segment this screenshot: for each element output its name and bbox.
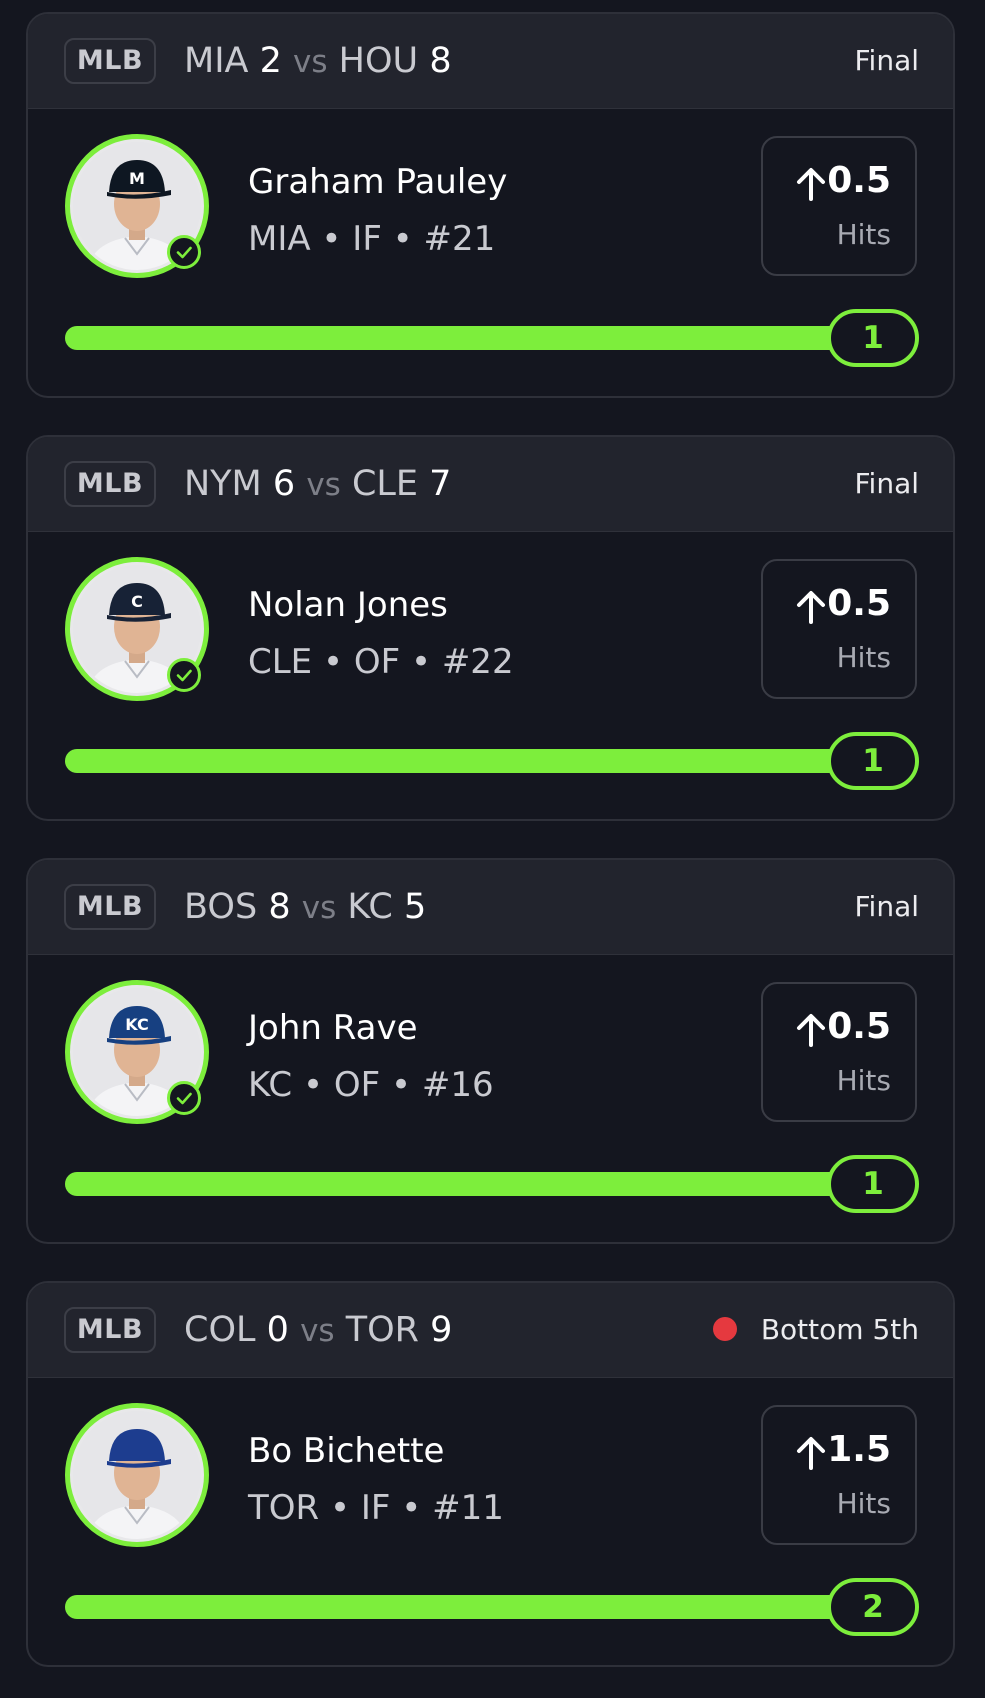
cap-logo: M <box>129 169 145 188</box>
arrow-up-icon <box>797 1014 825 1047</box>
prop-card[interactable]: MLB MIA 2 vs HOU 8 Final M Graham Pauley… <box>26 12 955 398</box>
prop-stat-label: Hits <box>836 641 891 674</box>
away-score: 8 <box>268 887 291 927</box>
prop-card[interactable]: MLB NYM 6 vs CLE 7 Final C Nolan Jones C… <box>26 435 955 821</box>
away-team: BOS <box>184 887 258 927</box>
league-badge: MLB <box>64 884 156 930</box>
prop-line-box[interactable]: 0.5 Hits <box>761 982 917 1122</box>
prop-line-box[interactable]: 0.5 Hits <box>761 136 917 276</box>
prop-stat-label: Hits <box>836 1487 891 1520</box>
player-avatar[interactable]: KC <box>65 980 209 1124</box>
home-team: HOU <box>338 41 419 81</box>
game-status-text: Final <box>854 890 919 923</box>
prop-card[interactable]: MLB COL 0 vs TOR 9 Bottom 5th Bo Bichett… <box>26 1281 955 1667</box>
player-avatar[interactable] <box>65 1403 209 1547</box>
progress-fill <box>65 326 845 350</box>
home-team: KC <box>347 887 393 927</box>
game-matchup: NYM 6 vs CLE 7 <box>184 459 451 509</box>
game-status: Final <box>854 882 919 932</box>
prop-stat-label: Hits <box>836 218 891 251</box>
prop-line-value: 0.5 <box>827 583 891 624</box>
game-matchup: COL 0 vs TOR 9 <box>184 1305 452 1355</box>
away-score: 2 <box>259 41 282 81</box>
prop-line-value: 1.5 <box>827 1429 891 1470</box>
league-badge: MLB <box>64 461 156 507</box>
progress-count: 1 <box>827 309 919 367</box>
game-header: MLB NYM 6 vs CLE 7 Final <box>28 437 953 532</box>
prop-line-value: 0.5 <box>827 160 891 201</box>
away-score: 0 <box>266 1310 289 1350</box>
vs-label: vs <box>306 467 341 503</box>
game-status-text: Bottom 5th <box>760 1313 919 1346</box>
player-name: Bo Bichette <box>248 1431 445 1471</box>
progress-track <box>65 749 845 773</box>
game-header: MLB COL 0 vs TOR 9 Bottom 5th <box>28 1283 953 1378</box>
home-score: 5 <box>404 887 427 927</box>
home-score: 7 <box>429 464 452 504</box>
prop-card[interactable]: MLB BOS 8 vs KC 5 Final KC John Rave KC … <box>26 858 955 1244</box>
league-badge: MLB <box>64 1307 156 1353</box>
player-name: Graham Pauley <box>248 162 508 202</box>
check-circle-icon <box>167 658 201 692</box>
game-status: Final <box>854 36 919 86</box>
game-status: Bottom 5th <box>712 1305 919 1355</box>
game-status: Final <box>854 459 919 509</box>
away-team: COL <box>184 1310 256 1350</box>
player-meta: MIA • IF • #21 <box>248 219 496 259</box>
player-meta: KC • OF • #16 <box>248 1065 494 1105</box>
game-header: MLB BOS 8 vs KC 5 Final <box>28 860 953 955</box>
player-photo <box>73 1411 201 1539</box>
progress-count: 2 <box>827 1578 919 1636</box>
player-props-feed: MLB MIA 2 vs HOU 8 Final M Graham Pauley… <box>0 0 985 1698</box>
prop-line-box[interactable]: 0.5 Hits <box>761 559 917 699</box>
arrow-up-icon <box>797 168 825 201</box>
league-badge: MLB <box>64 38 156 84</box>
player-portrait <box>73 1411 201 1539</box>
progress-track <box>65 326 845 350</box>
vs-label: vs <box>300 1313 335 1349</box>
player-meta: CLE • OF • #22 <box>248 642 514 682</box>
player-name: John Rave <box>248 1008 418 1048</box>
arrow-up-icon <box>797 591 825 624</box>
cap-logo: C <box>131 592 143 611</box>
game-header: MLB MIA 2 vs HOU 8 Final <box>28 14 953 109</box>
vs-label: vs <box>293 44 328 80</box>
progress-track <box>65 1172 845 1196</box>
progress-count: 1 <box>827 1155 919 1213</box>
progress-fill <box>65 749 845 773</box>
away-team: MIA <box>184 41 249 81</box>
home-score: 8 <box>429 41 452 81</box>
progress-fill <box>65 1172 845 1196</box>
prop-line-box[interactable]: 1.5 Hits <box>761 1405 917 1545</box>
check-circle-icon <box>167 235 201 269</box>
home-team: CLE <box>351 464 419 504</box>
game-matchup: BOS 8 vs KC 5 <box>184 882 426 932</box>
game-status-text: Final <box>854 44 919 77</box>
progress-count: 1 <box>827 732 919 790</box>
check-circle-icon <box>167 1081 201 1115</box>
home-team: TOR <box>345 1310 419 1350</box>
progress-fill <box>65 1595 845 1619</box>
home-score: 9 <box>430 1310 453 1350</box>
away-team: NYM <box>184 464 262 504</box>
live-indicator-icon <box>712 1316 737 1341</box>
away-score: 6 <box>272 464 296 504</box>
progress-track <box>65 1595 845 1619</box>
game-matchup: MIA 2 vs HOU 8 <box>184 36 452 86</box>
arrow-up-icon <box>797 1437 825 1470</box>
prop-stat-label: Hits <box>836 1064 891 1097</box>
player-name: Nolan Jones <box>248 585 448 625</box>
game-status-text: Final <box>854 467 919 500</box>
vs-label: vs <box>301 890 337 926</box>
player-avatar[interactable]: M <box>65 134 209 278</box>
cap-logo: KC <box>125 1015 148 1034</box>
player-avatar[interactable]: C <box>65 557 209 701</box>
prop-line-value: 0.5 <box>827 1006 891 1047</box>
player-meta: TOR • IF • #11 <box>248 1488 504 1528</box>
